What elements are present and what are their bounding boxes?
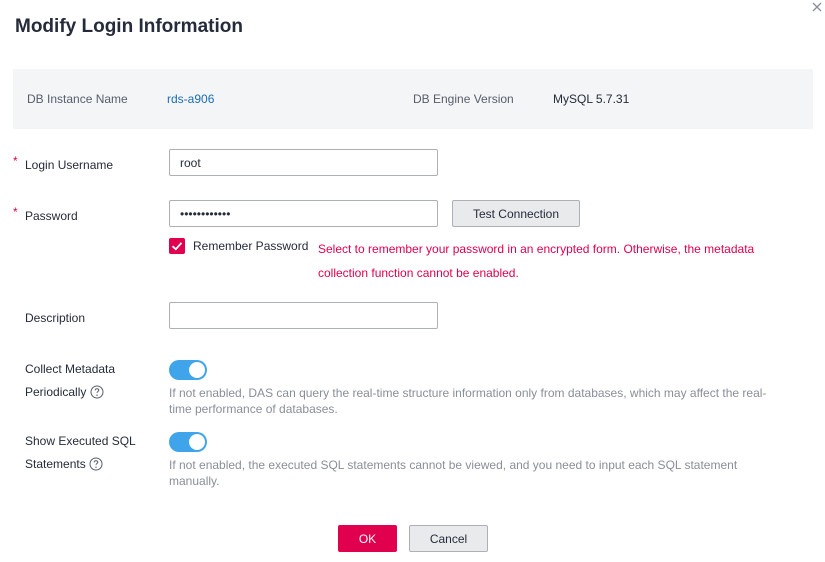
required-marker: *: [13, 205, 18, 219]
collect-metadata-label-line2: Periodically: [25, 385, 87, 399]
login-username-label: Login Username: [25, 158, 114, 172]
help-icon[interactable]: [89, 457, 103, 471]
show-sql-toggle[interactable]: [169, 432, 207, 452]
required-marker: *: [13, 154, 18, 168]
show-sql-label: Show Executed SQL: [25, 434, 136, 448]
toggle-knob: [189, 434, 205, 450]
remember-password-checkbox[interactable]: [169, 238, 185, 254]
login-username-input[interactable]: [169, 149, 438, 176]
instance-info-panel: DB Instance Name rds-a906 DB Engine Vers…: [13, 69, 813, 129]
dialog-title: Modify Login Information: [15, 16, 243, 37]
description-label: Description: [25, 311, 86, 325]
toggle-knob: [189, 362, 205, 378]
instance-name-link[interactable]: rds-a906: [167, 92, 214, 106]
modify-login-dialog: Modify Login Information DB Instance Nam…: [0, 0, 825, 562]
help-icon[interactable]: [90, 385, 104, 399]
remember-password-label: Remember Password: [193, 239, 309, 253]
test-connection-button[interactable]: Test Connection: [452, 200, 580, 227]
show-sql-hint: If not enabled, the executed SQL stateme…: [169, 458, 738, 488]
description-input[interactable]: [169, 302, 438, 329]
cancel-button[interactable]: Cancel: [409, 525, 488, 552]
instance-name-label: DB Instance Name: [27, 92, 128, 106]
ok-button[interactable]: OK: [338, 525, 397, 552]
checkmark-icon: [171, 242, 183, 251]
collect-metadata-label: Collect Metadata: [25, 362, 116, 376]
password-label: Password: [25, 209, 78, 223]
engine-version-label: DB Engine Version: [413, 92, 514, 106]
close-icon[interactable]: [809, 0, 825, 16]
collect-metadata-hint: If not enabled, DAS can query the real-t…: [169, 386, 767, 416]
engine-version-value: MySQL 5.7.31: [553, 92, 630, 106]
remember-password-hint: Select to remember your password in an e…: [318, 242, 755, 280]
show-sql-label-line2: Statements: [25, 457, 86, 471]
collect-metadata-toggle[interactable]: [169, 360, 207, 380]
password-input[interactable]: [169, 200, 438, 227]
